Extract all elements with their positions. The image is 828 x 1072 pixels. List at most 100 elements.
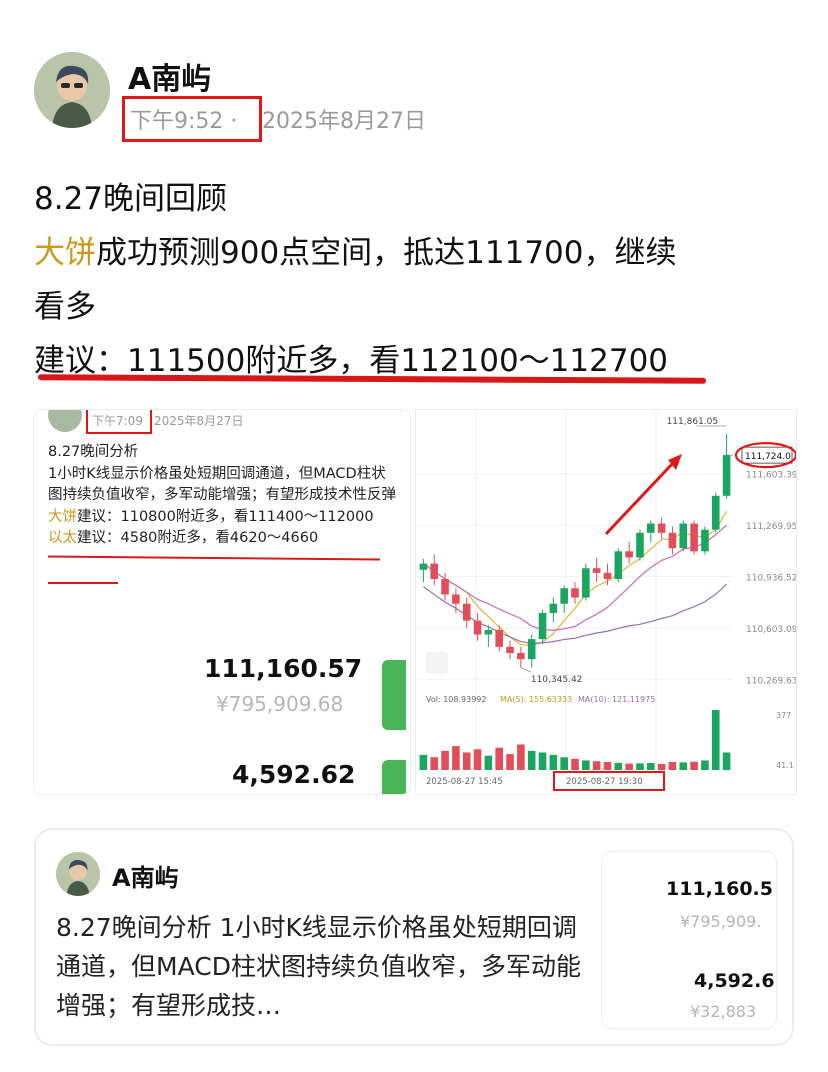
candle-body: [506, 646, 514, 654]
volume-bar: [495, 747, 503, 770]
candle-body: [430, 563, 439, 580]
volume-bar: [614, 762, 623, 770]
low-label: 110,345.42: [531, 675, 583, 685]
volume-bar: [517, 744, 525, 770]
author-name[interactable]: A南屿: [128, 54, 211, 98]
quote-eth-price-cny: ¥32,883: [690, 1002, 757, 1021]
volume-bar: [462, 752, 471, 770]
candle-body: [701, 529, 709, 552]
quote-btc-price: 111,160.5: [666, 878, 773, 900]
volume-bar: [484, 755, 493, 770]
quote-avatar-illustration: [56, 852, 100, 896]
volume-bar: [636, 763, 644, 770]
candle-body: [571, 588, 579, 598]
candle-body: [538, 612, 547, 640]
candle-body: [473, 620, 482, 635]
embedded-eth-price: 4,592.62: [232, 760, 356, 789]
embedded-analysis-image[interactable]: 下午7:09 2025年8月27日 8.27晚间分析 1小时K线显示价格虽处短期…: [34, 410, 410, 794]
post-time: 下午9:52 ·: [130, 103, 237, 135]
quote-eth-price: 4,592.6: [694, 970, 775, 992]
volume-bar: [582, 760, 590, 770]
price-axis-label: 110,936.52: [746, 573, 796, 583]
kline-chart: 111,603.39 111,269.95 110,936.52 110,603.09…: [416, 410, 796, 791]
price-axis-label: 111,603.39: [746, 471, 796, 481]
embedded-green-tag-1: [382, 660, 406, 730]
embedded-btc-label: 大饼: [48, 508, 77, 525]
candle-body: [614, 551, 623, 580]
embedded-avatar: [48, 410, 82, 432]
candle-body: [668, 532, 677, 549]
volume-bar: [722, 752, 731, 770]
quote-thumbnail: 111,160.5 ¥795,909. 4,592.6 ¥32,883: [602, 852, 776, 1028]
candle-body: [549, 603, 558, 613]
volume-bar: [527, 750, 536, 770]
price-axis-label: 111,269.95: [746, 522, 796, 532]
kline-chart-image[interactable]: 111,603.39 111,269.95 110,936.52 110,603.09…: [416, 410, 796, 794]
volume-info-1: MA(5): 155.63333: [500, 695, 572, 704]
candle-body: [452, 594, 460, 604]
embedded-analysis-text: 8.27晚间分析 1小时K线显示价格虽处短期回调通道，但MACD柱状图持续负值收…: [48, 442, 400, 550]
embedded-date: 2025年8月27日: [154, 414, 244, 428]
volume-axis-top: 377: [776, 711, 791, 720]
candle-body: [419, 563, 428, 570]
embedded-green-tag-2: [382, 760, 406, 794]
volume-bar: [538, 752, 547, 770]
volume-info-2: MA(10): 121.11975: [578, 695, 655, 704]
btc-highlight: 大饼: [34, 235, 96, 271]
zoom-icon: [426, 652, 448, 674]
candle-body: [657, 523, 666, 533]
quoted-post-card[interactable]: A南屿 8.27晚间分析 1小时K线显示价格虽处短期回调通道，但MACD柱状图持…: [34, 828, 794, 1046]
avatar-illustration: [34, 52, 110, 128]
volume-axis-bottom: 41.1: [776, 761, 794, 770]
last-price-label: 111,724.0: [745, 452, 791, 462]
volume-bar: [452, 746, 460, 770]
volume-bar: [701, 760, 709, 770]
volume-bar: [668, 762, 677, 770]
volume-bar: [711, 710, 720, 770]
candle-body: [484, 629, 493, 635]
volume-bar: [430, 757, 439, 770]
volume-bar: [592, 761, 601, 770]
volume-bar: [549, 754, 558, 770]
quote-avatar: [56, 852, 100, 896]
volume-bar: [679, 762, 688, 770]
candle-body: [711, 495, 720, 530]
embedded-eth-advice-text: 建议：4580附近多，看4620～4660: [77, 530, 319, 546]
volume-bar: [419, 754, 428, 770]
volume-bar: [657, 763, 666, 770]
volume-bar: [647, 762, 655, 770]
candle-body: [679, 523, 688, 549]
quote-text: 8.27晚间分析 1小时K线显示价格虽处短期回调通道，但MACD柱状图持续负值收…: [56, 913, 581, 1020]
candle-body: [560, 588, 568, 604]
candle-body: [592, 568, 601, 573]
candle-body: [636, 532, 644, 558]
candle-body: [582, 568, 590, 598]
candle-body: [690, 523, 698, 552]
embedded-underline-2: [48, 582, 118, 584]
trend-arrow-line: [604, 460, 676, 536]
embedded-title: 8.27晚间分析: [48, 444, 139, 460]
candle-body: [625, 551, 633, 558]
volume-bar: [506, 754, 514, 770]
volume-bar: [473, 749, 482, 770]
candle-body: [647, 523, 655, 533]
embedded-btc-price-cny: ¥795,909.68: [216, 692, 344, 716]
volume-bar: [625, 763, 633, 770]
volume-bar: [560, 757, 568, 770]
price-axis-label: 110,603.09: [746, 625, 796, 635]
embedded-eth-advice: 以太建议：4580附近多，看4620～4660: [48, 528, 400, 550]
quote-author-name: A南屿: [112, 864, 179, 892]
post-date: 2025年8月27日: [262, 109, 426, 134]
time-separator: ·: [230, 109, 238, 134]
candle-body: [462, 603, 471, 621]
volume-info-0: Vol: 108.93992: [426, 695, 486, 704]
candle-body: [603, 572, 612, 580]
volume-bar: [571, 758, 579, 770]
time-label-2: 2025-08-27 19:30: [566, 777, 643, 787]
candle-body: [722, 455, 731, 496]
author-avatar[interactable]: [34, 52, 110, 128]
low-marker: [520, 667, 532, 673]
embedded-time: 下午7:09: [92, 414, 143, 428]
volume-bar: [690, 761, 698, 770]
quote-btc-price-cny: ¥795,909.: [680, 912, 762, 931]
